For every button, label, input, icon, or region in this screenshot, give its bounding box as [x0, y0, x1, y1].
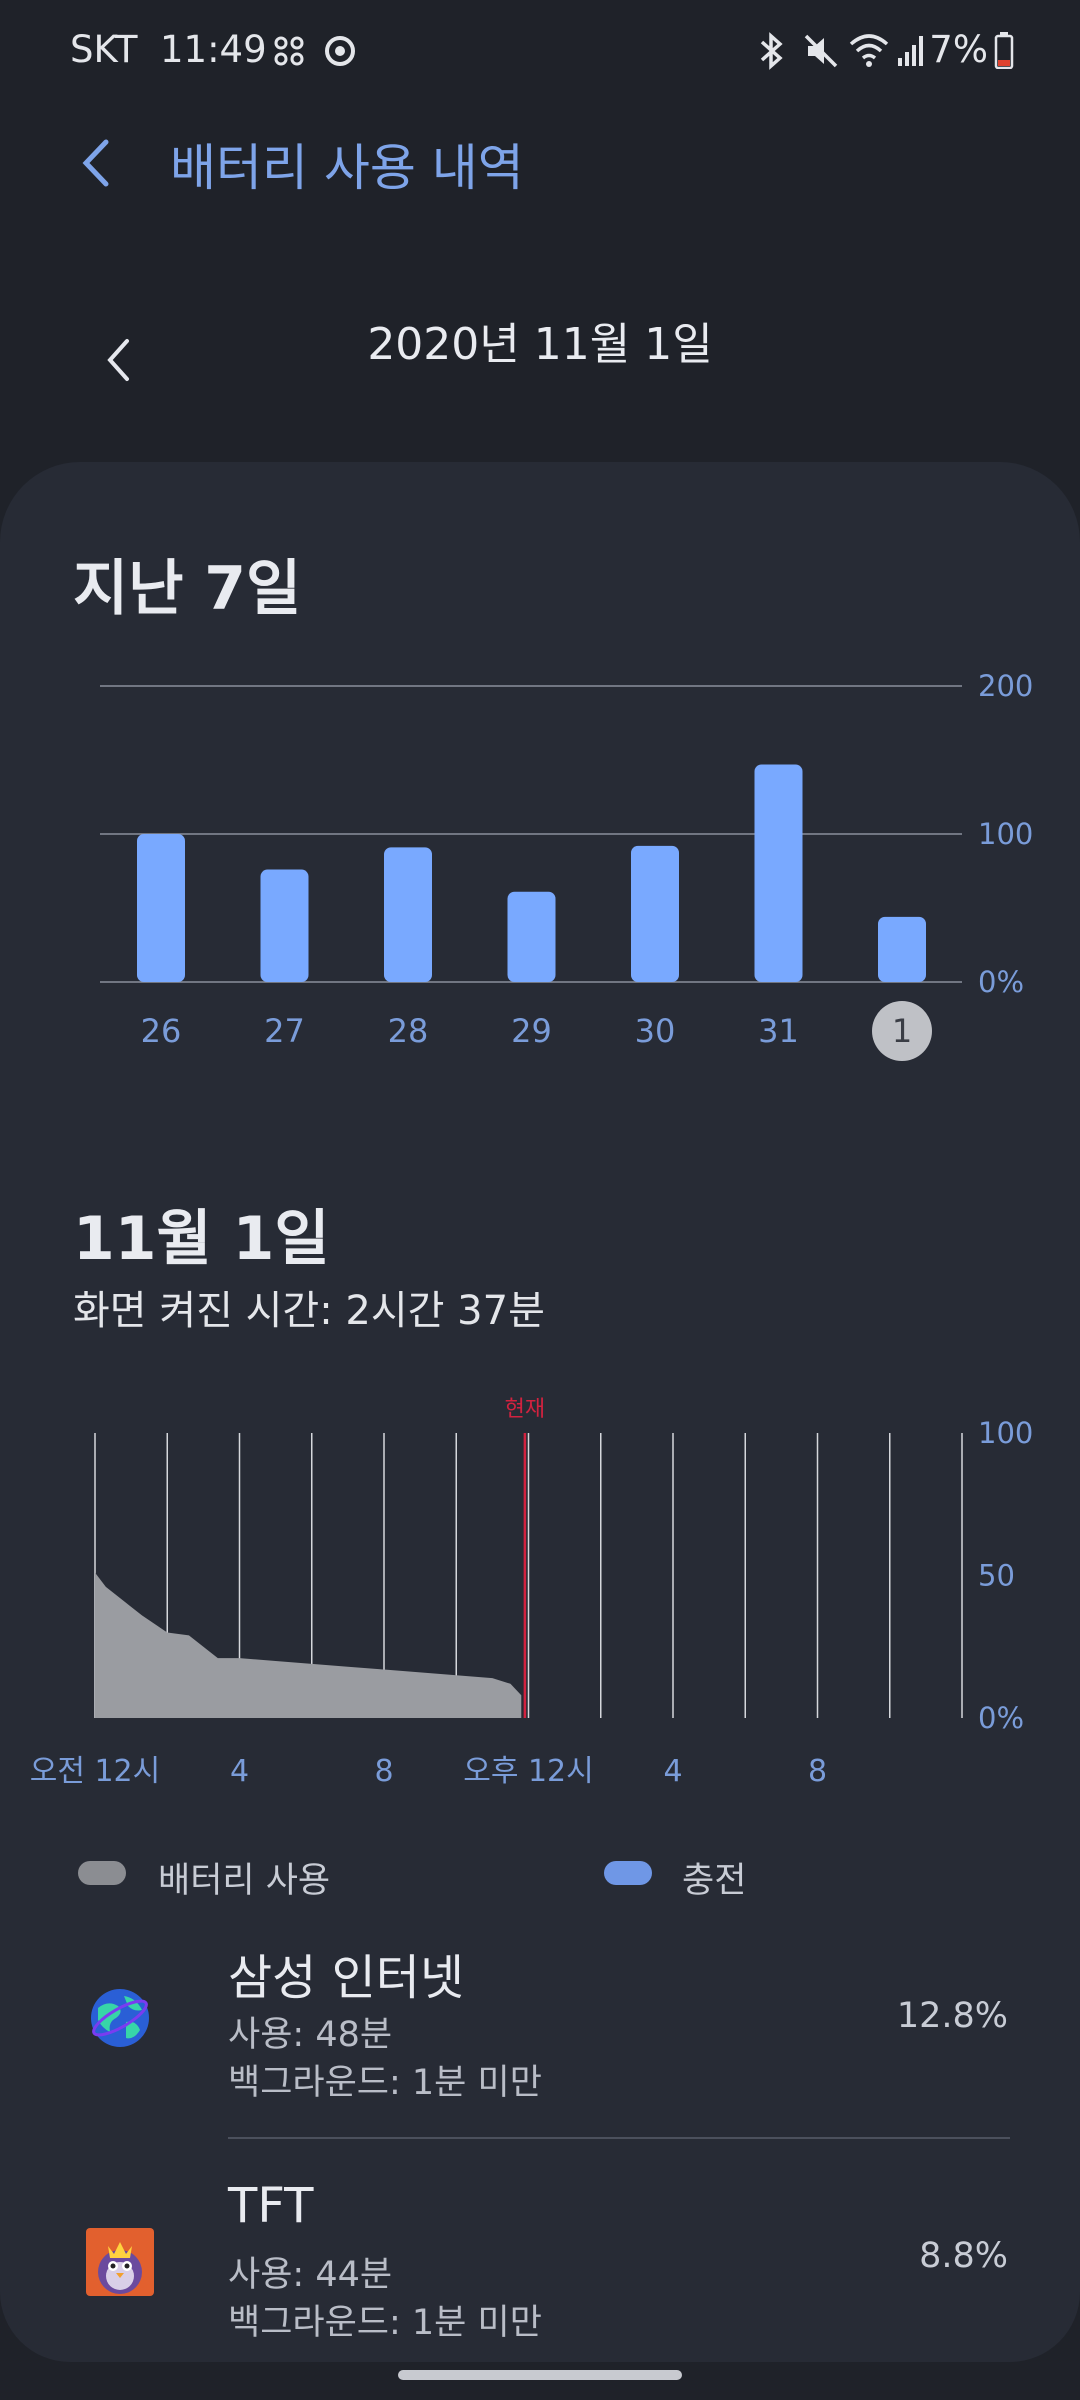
weekly-battery-chart: 200 100 0% 26 27 28 29 30 31 1: [100, 669, 1033, 1061]
status-bar: SKT 11:49 7%: [0, 0, 1080, 100]
y-tick-label: 200: [978, 669, 1033, 703]
bar: [384, 847, 432, 982]
battery-usage-area: [95, 1572, 522, 1718]
bar: [137, 834, 185, 982]
x-tick-label: 26: [141, 1012, 182, 1050]
x-tick-label: 4: [230, 1754, 249, 1789]
back-arrow-icon: [82, 139, 109, 187]
bar: [631, 845, 679, 982]
carrier-label: SKT: [70, 28, 138, 71]
app-name: TFT: [228, 2178, 314, 2234]
x-tick-label: 28: [388, 1012, 429, 1050]
x-tick-label: 오후 12시: [463, 1754, 594, 1789]
bar: [878, 916, 926, 982]
y-tick-label: 0%: [978, 965, 1024, 999]
wifi-icon: [849, 34, 889, 67]
x-tick-label: 1: [892, 1012, 912, 1050]
page-title: 배터리 사용 내역: [170, 139, 524, 197]
bar: [507, 891, 556, 982]
now-label: 현재: [505, 1397, 545, 1422]
samsung-internet-icon: [91, 1989, 149, 2047]
battery-percent: 7%: [929, 28, 988, 71]
app-name: 삼성 인터넷: [228, 1950, 465, 2006]
x-tick-label: 오전 12시: [30, 1754, 161, 1789]
x-tick-label: 31: [758, 1012, 799, 1050]
app-row-samsung-internet[interactable]: 삼성 인터넷 사용: 48분 백그라운드: 1분 미만 12.8%: [0, 1940, 1080, 2140]
back-button[interactable]: [70, 128, 130, 202]
home-gesture-bar[interactable]: [398, 2370, 682, 2380]
y-tick-label: 100: [978, 1416, 1033, 1450]
app-usage-time: 사용: 44분: [228, 2255, 393, 2295]
bar: [754, 764, 803, 982]
tft-icon: [86, 2228, 154, 2296]
x-tick-label: 30: [635, 1012, 676, 1050]
connection-icon: [274, 36, 304, 66]
screen-on-time: 화면 켜진 시간: 2시간 37분: [73, 1288, 545, 1334]
clock: 11:49: [160, 28, 267, 71]
app-background-time: 백그라운드: 1분 미만: [228, 2063, 542, 2103]
usage-legend-label: 배터리 사용: [158, 1861, 331, 1901]
x-tick-label: 27: [264, 1012, 305, 1050]
x-tick-label: 8: [808, 1754, 827, 1789]
current-date: 2020년 11월 1일: [367, 319, 713, 370]
list-divider: [228, 2137, 1010, 2139]
y-tick-label: 0%: [978, 1701, 1024, 1735]
usage-legend-swatch: [78, 1861, 126, 1885]
app-battery-percent: 12.8%: [896, 1996, 1008, 2036]
day-title: 11월 1일: [73, 1204, 330, 1274]
signal-icon: [898, 36, 923, 66]
y-tick-label: 100: [978, 817, 1033, 851]
charging-legend-label: 충전: [682, 1861, 747, 1901]
y-tick-label: 50: [978, 1559, 1015, 1593]
week-title: 지난 7일: [73, 554, 302, 624]
sync-icon: [325, 36, 355, 66]
app-row-tft[interactable]: TFT 사용: 44분 백그라운드: 1분 미만 8.8%: [0, 2178, 1080, 2360]
x-tick-label: 8: [374, 1754, 393, 1789]
app-usage-time: 사용: 48분: [228, 2015, 393, 2055]
mute-icon: [804, 34, 838, 68]
app-background-time: 백그라운드: 1분 미만: [228, 2303, 542, 2343]
x-tick-label: 4: [663, 1754, 682, 1789]
daily-battery-chart: 100 50 0% 현재오전 12시 4 8 오후 12시 4 8: [30, 1397, 1034, 1789]
x-tick-label: 29: [511, 1012, 552, 1050]
charging-legend-swatch: [604, 1861, 652, 1885]
bluetooth-icon: [760, 32, 783, 70]
app-battery-percent: 8.8%: [919, 2236, 1008, 2276]
battery-icon: [994, 32, 1014, 69]
bar: [260, 869, 309, 982]
